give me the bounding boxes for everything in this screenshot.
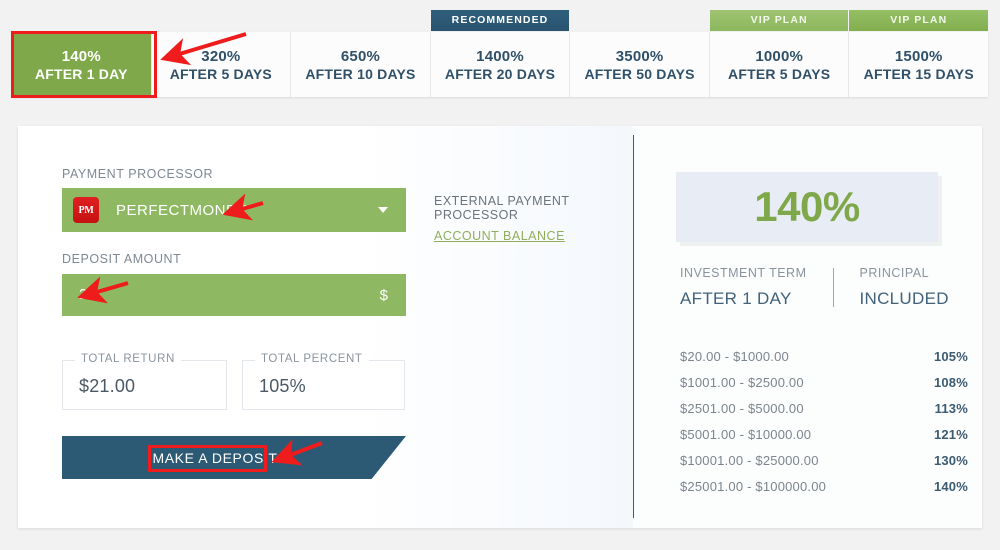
chevron-down-icon[interactable] — [378, 207, 388, 213]
deposit-page: 140% AFTER 1 DAY 320% AFTER 5 DAYS 650% AFTER… — [0, 0, 1000, 550]
payment-processor-value: PERFECTMONEY — [116, 201, 248, 219]
tier-row: $5001.00 - $10000.00 121% — [680, 427, 968, 442]
investment-term-cell: INVESTMENT TERM AFTER 1 DAY — [680, 266, 807, 309]
tier-percent: 105% — [933, 349, 968, 364]
investment-term-label: INVESTMENT TERM — [680, 266, 807, 280]
deposit-form-panel: PAYMENT PROCESSOR PM PERFECTMONEY DEPOSI… — [18, 126, 633, 528]
plan-percent-6: 1500% — [894, 47, 943, 65]
tier-row: $2501.00 - $5000.00 113% — [680, 401, 968, 416]
plan-term-3: AFTER 20 DAYS — [444, 65, 556, 82]
tier-row: $25001.00 - $100000.00 140% — [680, 479, 968, 494]
principal-cell: PRINCIPAL INCLUDED — [860, 266, 949, 309]
tier-percent: 121% — [933, 427, 968, 442]
plan-tab-6[interactable]: VIP PLAN 1500% AFTER 15 DAYS — [849, 10, 989, 97]
tier-percent: 113% — [934, 401, 968, 416]
plan-percent-1: 320% — [201, 47, 241, 65]
plan-tab-0[interactable]: 140% AFTER 1 DAY — [12, 32, 152, 97]
plan-percent-2: 650% — [340, 47, 381, 65]
deposit-amount-input[interactable]: 20 $ — [62, 274, 406, 316]
external-processor-block: EXTERNAL PAYMENT PROCESSOR ACCOUNT BALAN… — [434, 194, 633, 245]
plan-badge-6: VIP PLAN — [849, 10, 989, 31]
currency-symbol: $ — [379, 286, 388, 304]
term-divider — [832, 268, 834, 307]
account-balance-link[interactable]: ACCOUNT BALANCE — [434, 229, 565, 243]
investment-plan-tabs: 140% AFTER 1 DAY 320% AFTER 5 DAYS 650% AFTER… — [12, 10, 989, 97]
tier-percent: 130% — [933, 453, 968, 468]
deposit-card: PAYMENT PROCESSOR PM PERFECTMONEY DEPOSI… — [18, 126, 982, 528]
plan-percent-0: 140% — [61, 47, 101, 65]
principal-label: PRINCIPAL — [859, 266, 930, 280]
plan-term-1: AFTER 5 DAYS — [169, 65, 272, 82]
plan-badge-5: VIP PLAN — [709, 10, 849, 31]
plan-tab-5[interactable]: VIP PLAN 1000% AFTER 5 DAYS — [709, 10, 850, 97]
tier-range: $1001.00 - $2500.00 — [680, 375, 804, 390]
plan-tab-1[interactable]: 320% AFTER 5 DAYS — [151, 32, 292, 97]
plan-tab-3[interactable]: RECOMMENDED 1400% AFTER 20 DAYS — [430, 10, 571, 97]
payment-processor-label: PAYMENT PROCESSOR — [62, 167, 214, 181]
perfectmoney-icon: PM — [73, 197, 99, 223]
total-percent-label: TOTAL PERCENT — [255, 353, 369, 365]
total-percent-readout: TOTAL PERCENT 105% — [242, 353, 405, 410]
tier-row: $10001.00 - $25000.00 130% — [680, 453, 968, 468]
external-processor-label: EXTERNAL PAYMENT PROCESSOR — [434, 194, 570, 222]
total-return-value: $21.00 — [79, 376, 136, 396]
tier-range: $2501.00 - $5000.00 — [680, 401, 804, 416]
plan-percent-3: 1400% — [476, 47, 524, 65]
plan-term-4: AFTER 50 DAYS — [584, 65, 695, 82]
plan-term-0: AFTER 1 DAY — [34, 65, 128, 82]
tier-percent: 140% — [933, 479, 968, 494]
plan-badge-3: RECOMMENDED — [430, 10, 570, 31]
investment-term-value: AFTER 1 DAY — [680, 289, 792, 308]
make-a-deposit-button[interactable]: MAKE A DEPOSIT — [62, 436, 406, 479]
plan-rate-box: 140% — [676, 172, 938, 242]
payment-processor-select[interactable]: PM PERFECTMONEY — [62, 188, 406, 232]
plan-percent-4: 3500% — [615, 47, 664, 65]
total-return-readout: TOTAL RETURN $21.00 — [62, 353, 227, 410]
plan-tab-2[interactable]: 650% AFTER 10 DAYS — [291, 32, 431, 97]
tier-range: $20.00 - $1000.00 — [680, 349, 789, 364]
deposit-amount-label: DEPOSIT AMOUNT — [62, 252, 182, 266]
total-return-label: TOTAL RETURN — [75, 353, 181, 365]
tier-percent: 108% — [933, 375, 968, 390]
principal-value: INCLUDED — [859, 289, 949, 308]
tier-range: $10001.00 - $25000.00 — [680, 453, 819, 468]
deposit-amount-value: 20 — [79, 287, 96, 303]
make-a-deposit-label: MAKE A DEPOSIT — [152, 449, 278, 466]
plan-term-row: INVESTMENT TERM AFTER 1 DAY PRINCIPAL IN… — [680, 266, 949, 309]
plan-tab-4[interactable]: 3500% AFTER 50 DAYS — [570, 32, 710, 97]
plan-term-5: AFTER 5 DAYS — [728, 65, 831, 82]
plan-summary-panel: 140% INVESTMENT TERM AFTER 1 DAY PRINCIP… — [634, 126, 982, 528]
tier-range: $5001.00 - $10000.00 — [680, 427, 812, 442]
tier-range: $25001.00 - $100000.00 — [680, 479, 827, 494]
plan-term-2: AFTER 10 DAYS — [305, 65, 416, 82]
tier-row: $1001.00 - $2500.00 108% — [680, 375, 968, 390]
plan-term-6: AFTER 15 DAYS — [863, 65, 974, 82]
total-percent-value: 105% — [259, 376, 306, 396]
plan-percent-5: 1000% — [755, 47, 804, 65]
tier-row: $20.00 - $1000.00 105% — [680, 349, 968, 364]
rate-tier-list: $20.00 - $1000.00 105% $1001.00 - $2500.00… — [680, 349, 968, 505]
plan-rate-value: 140% — [754, 183, 860, 230]
